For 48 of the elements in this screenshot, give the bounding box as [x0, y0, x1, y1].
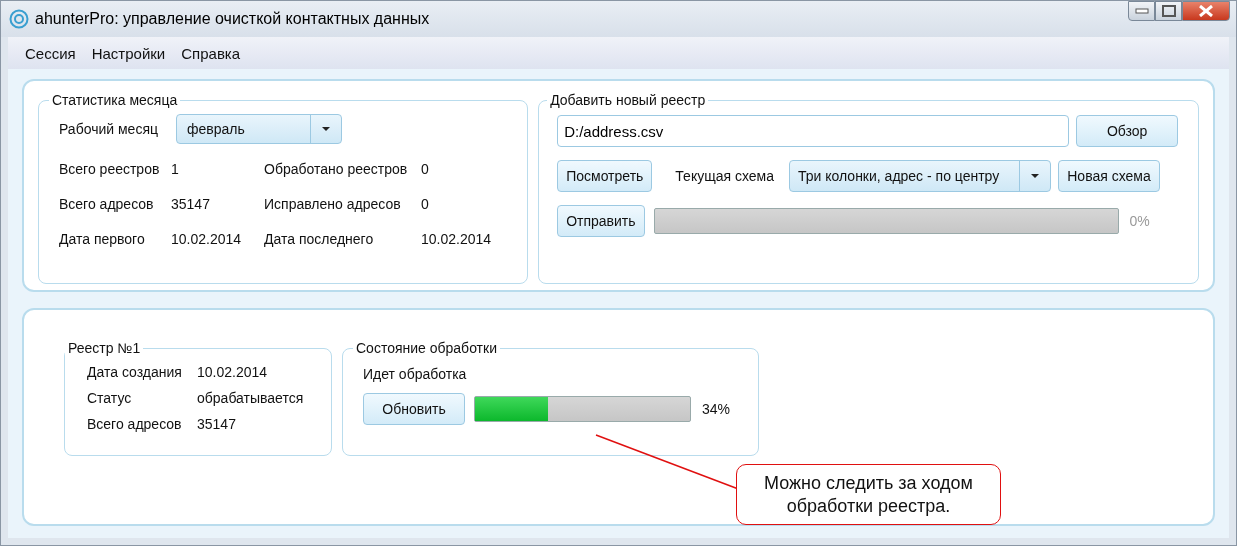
menu-item[interactable]: Настройки — [91, 44, 166, 62]
caret-icon — [321, 126, 331, 132]
callout: Можно следить за ходом обработки реестра. — [736, 464, 1001, 525]
group-title: Добавить новый реестр — [549, 92, 707, 108]
stat-value: 0 — [421, 161, 430, 177]
close-icon — [1198, 5, 1214, 17]
stat-value: 10.02.2014 — [421, 231, 493, 247]
stat-label: Исправлено адресов — [264, 196, 402, 212]
scheme-dropdown[interactable]: Три колонки, адрес - по центру — [789, 160, 1051, 192]
view-button[interactable]: Посмотреть — [557, 160, 653, 192]
group-title: Статистика месяца — [51, 92, 179, 108]
field-value: 35147 — [197, 416, 237, 432]
month-dropdown[interactable]: февраль — [176, 114, 342, 144]
stat-label: Обработано реестров — [264, 161, 409, 177]
month-label: Рабочий месяц — [59, 121, 158, 137]
field-label: Статус — [87, 390, 133, 406]
group-title: Реестр №1 — [67, 340, 142, 356]
status-text: Идет обработка — [363, 366, 468, 382]
stat-value: 1 — [171, 161, 180, 177]
menu-item[interactable]: Сессия — [25, 44, 76, 62]
group-title: Состояние обработки — [355, 340, 498, 356]
browse-button[interactable]: Обзор — [1076, 115, 1179, 147]
stat-label: Дата последнего — [264, 231, 375, 247]
stat-value: 0 — [421, 196, 430, 212]
field-label: Дата создания — [87, 364, 183, 380]
file-path-field[interactable]: D:/address.csv — [557, 115, 1070, 147]
stat-label: Дата первого — [59, 231, 146, 247]
maximize-icon — [1161, 5, 1176, 17]
refresh-button[interactable]: Обновить — [363, 393, 465, 425]
send-button[interactable]: Отправить — [557, 205, 645, 237]
field-value: обрабатывается — [197, 390, 305, 406]
field-label: Всего адресов — [87, 416, 183, 432]
stat-label: Всего реестров — [59, 161, 161, 177]
minimize-button[interactable] — [1128, 1, 1155, 21]
new-scheme-button[interactable]: Новая схема — [1058, 160, 1160, 192]
stat-value: 35147 — [171, 196, 211, 212]
window-title: ahunterPro: управление очисткой контактных данных — [35, 10, 430, 28]
menu-item[interactable]: Справка — [181, 44, 241, 62]
stat-value: 10.02.2014 — [171, 231, 243, 247]
field-value: 10.02.2014 — [197, 364, 269, 380]
scheme-label: Текущая схема — [675, 168, 774, 184]
minimize-icon — [1134, 8, 1149, 14]
progress-reading: 0% — [1129, 213, 1150, 229]
maximize-button[interactable] — [1155, 1, 1182, 21]
close-button[interactable] — [1182, 1, 1230, 21]
progress-reading: 34% — [702, 401, 731, 417]
caret-icon — [1030, 173, 1040, 179]
stat-label: Всего адресов — [59, 196, 155, 212]
